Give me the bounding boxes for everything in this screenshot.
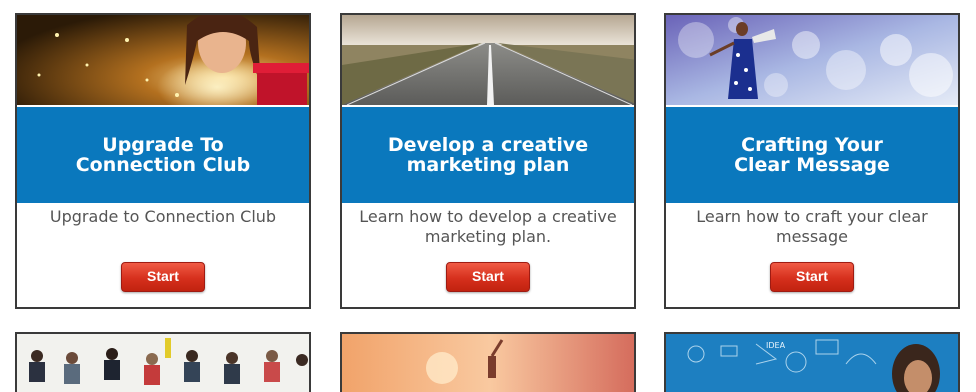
card-image-idea: IDEA (666, 334, 958, 392)
svg-text:IDEA: IDEA (766, 341, 786, 350)
course-card-partial-audience[interactable] (15, 332, 311, 392)
course-card-clear-message[interactable]: Crafting Your Clear Message Learn how to… (664, 13, 960, 309)
card-image-jump (342, 334, 634, 392)
card-title-band: Crafting Your Clear Message (666, 107, 958, 203)
course-card-partial-jump[interactable] (340, 332, 636, 392)
card-image-audience (17, 334, 309, 392)
course-card-partial-idea[interactable]: IDEA (664, 332, 960, 392)
card-title-band: Develop a creative marketing plan (342, 107, 634, 203)
card-image-megaphone[interactable] (666, 15, 958, 105)
start-button[interactable]: Start (770, 262, 854, 292)
card-title-band: Upgrade To Connection Club (17, 107, 309, 203)
card-title: Upgrade To Connection Club (75, 134, 251, 176)
card-description: Learn how to develop a creative marketin… (359, 207, 617, 246)
card-image-gift[interactable] (17, 15, 309, 105)
start-button[interactable]: Start (121, 262, 205, 292)
card-description: Learn how to craft your clear message (696, 207, 928, 246)
course-card-connection-club[interactable]: Upgrade To Connection Club Upgrade to Co… (15, 13, 311, 309)
card-description: Upgrade to Connection Club (49, 207, 277, 226)
start-button[interactable]: Start (446, 262, 530, 292)
card-title: Crafting Your Clear Message (734, 134, 890, 176)
card-image-road[interactable] (342, 15, 634, 105)
course-card-marketing-plan[interactable]: Develop a creative marketing plan Learn … (340, 13, 636, 309)
card-title: Develop a creative marketing plan (387, 134, 589, 176)
